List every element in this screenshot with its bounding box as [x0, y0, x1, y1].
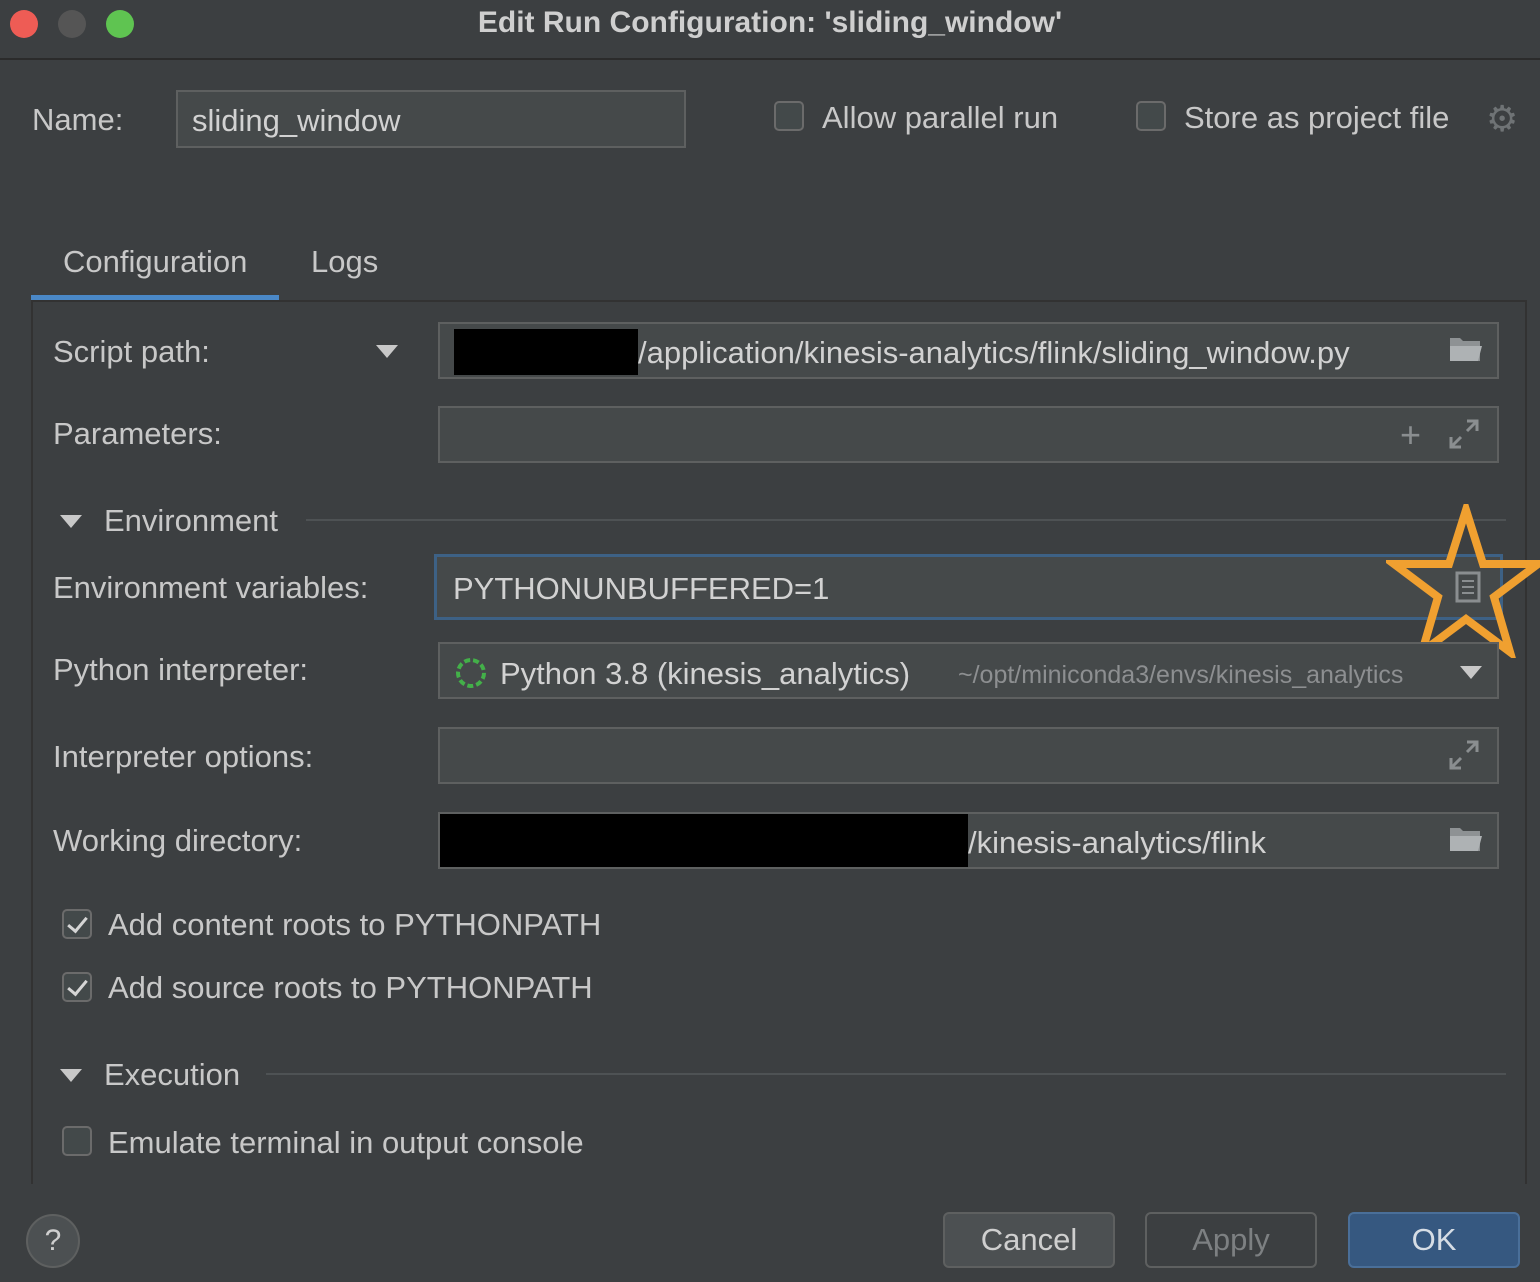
script-path-mode-dropdown[interactable]: [376, 345, 398, 358]
env-vars-field[interactable]: PYTHONUNBUFFERED=1: [434, 554, 1503, 620]
env-vars-value: PYTHONUNBUFFERED=1: [453, 571, 830, 606]
environment-collapse-icon[interactable]: [60, 515, 82, 528]
interpreter-path: ~/opt/miniconda3/envs/kinesis_analytics: [958, 661, 1404, 689]
parameters-field[interactable]: +: [438, 406, 1499, 463]
execution-divider: [266, 1073, 1506, 1075]
folder-icon[interactable]: [1448, 824, 1484, 862]
working-dir-field[interactable]: /kinesis-analytics/flink: [438, 812, 1499, 869]
script-path-label: Script path:: [53, 334, 210, 369]
chevron-down-icon[interactable]: [1460, 666, 1482, 679]
execution-section-title: Execution: [104, 1057, 241, 1092]
ok-button[interactable]: OK: [1348, 1212, 1520, 1268]
allow-parallel-checkbox[interactable]: [774, 101, 804, 131]
working-dir-label: Working directory:: [53, 823, 303, 858]
script-path-value: /application/kinesis-analytics/flink/sli…: [638, 335, 1350, 370]
name-label: Name:: [32, 102, 124, 137]
gear-icon[interactable]: ⚙: [1486, 98, 1518, 140]
add-icon[interactable]: +: [1400, 414, 1421, 456]
execution-collapse-icon[interactable]: [60, 1069, 82, 1082]
conda-icon: [456, 658, 486, 688]
star-annotation-icon: [1386, 504, 1540, 658]
emulate-terminal-checkbox[interactable]: [62, 1126, 92, 1156]
help-button[interactable]: ?: [26, 1214, 80, 1268]
add-source-roots-checkbox[interactable]: [62, 972, 92, 1002]
parameters-label: Parameters:: [53, 416, 222, 451]
window-title: Edit Run Configuration: 'sliding_window': [477, 6, 1063, 39]
cancel-button[interactable]: Cancel: [943, 1212, 1115, 1268]
allow-parallel-label: Allow parallel run: [822, 100, 1059, 135]
add-content-roots-checkbox[interactable]: [62, 909, 92, 939]
interpreter-dropdown[interactable]: Python 3.8 (kinesis_analytics) ~/opt/min…: [438, 642, 1499, 699]
interpreter-label: Python interpreter:: [53, 652, 309, 687]
add-source-roots-label: Add source roots to PYTHONPATH: [108, 970, 593, 1005]
redacted-block: [440, 814, 968, 867]
apply-button[interactable]: Apply: [1145, 1212, 1317, 1268]
store-project-label: Store as project file: [1184, 100, 1450, 135]
environment-divider: [306, 519, 1506, 521]
working-dir-value: /kinesis-analytics/flink: [968, 825, 1267, 860]
interp-options-field[interactable]: [438, 727, 1499, 784]
tab-logs[interactable]: Logs: [311, 244, 378, 280]
add-content-roots-label: Add content roots to PYTHONPATH: [108, 907, 602, 942]
tab-configuration[interactable]: Configuration: [63, 244, 247, 280]
emulate-terminal-label: Emulate terminal in output console: [108, 1125, 584, 1160]
environment-section-title: Environment: [104, 503, 279, 538]
name-value: sliding_window: [192, 103, 401, 138]
interp-options-label: Interpreter options:: [53, 739, 314, 774]
name-field[interactable]: sliding_window: [176, 90, 686, 148]
redacted-block: [454, 329, 638, 375]
folder-icon[interactable]: [1448, 334, 1484, 372]
store-project-checkbox[interactable]: [1136, 101, 1166, 131]
expand-icon[interactable]: [1448, 739, 1480, 779]
expand-icon[interactable]: [1448, 418, 1480, 458]
env-vars-label: Environment variables:: [53, 570, 369, 605]
interpreter-name: Python 3.8 (kinesis_analytics): [500, 656, 911, 691]
script-path-field[interactable]: /application/kinesis-analytics/flink/sli…: [438, 322, 1499, 379]
